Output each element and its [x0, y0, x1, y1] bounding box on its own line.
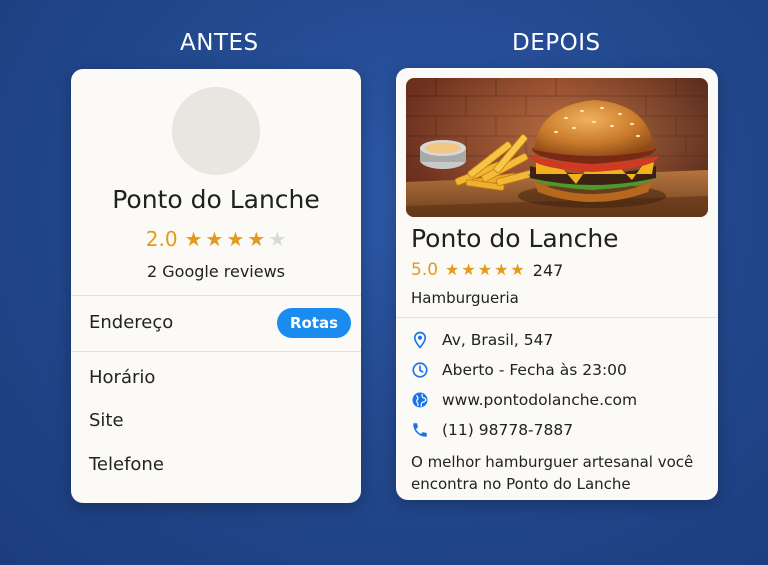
- address-label[interactable]: Endereço: [89, 312, 173, 333]
- divider: [71, 351, 361, 352]
- rating-value: 2.0: [145, 227, 178, 251]
- after-heading: DEPOIS: [512, 30, 601, 56]
- rating-row: 5.0 ★ ★ ★ ★ ★ 247: [411, 260, 563, 280]
- business-category: Hamburgueria: [411, 289, 519, 307]
- star-icon: ★: [510, 260, 525, 279]
- website-link[interactable]: www.pontodolanche.com: [442, 391, 637, 409]
- star-icon: ★: [184, 227, 203, 251]
- business-description: O melhor hamburguer artesanal você encon…: [411, 453, 694, 493]
- hours-text: Aberto - Fecha às 23:00: [442, 361, 627, 379]
- hours-row[interactable]: Aberto - Fecha às 23:00: [411, 361, 627, 379]
- location-pin-icon: [413, 331, 427, 349]
- business-name: Ponto do Lanche: [411, 224, 619, 253]
- star-icon: ★: [445, 260, 460, 279]
- directions-button[interactable]: Rotas: [277, 308, 351, 338]
- before-heading: ANTES: [180, 30, 259, 56]
- before-business-card: Ponto do Lanche 2.0 ★ ★ ★ ★ ★ 2 Google r…: [71, 69, 361, 503]
- hours-label[interactable]: Horário: [89, 367, 155, 388]
- reviews-count-link[interactable]: 2 Google reviews: [71, 262, 361, 281]
- star-icon: ★: [205, 227, 224, 251]
- review-count-link[interactable]: 247: [533, 261, 564, 280]
- phone-number-link[interactable]: (11) 98778-7887: [442, 421, 573, 439]
- star-empty-icon: ★: [268, 227, 287, 251]
- after-business-card: Ponto do Lanche 5.0 ★ ★ ★ ★ ★ 247 Hambur…: [396, 68, 718, 500]
- clock-icon: [412, 362, 428, 378]
- phone-row[interactable]: (11) 98778-7887: [411, 421, 573, 439]
- globe-icon: [412, 392, 428, 408]
- phone-label[interactable]: Telefone: [89, 454, 164, 475]
- star-icon: ★: [494, 260, 509, 279]
- business-name: Ponto do Lanche: [112, 185, 320, 214]
- address-row[interactable]: Av, Brasil, 547: [411, 331, 553, 349]
- address-text: Av, Brasil, 547: [442, 331, 554, 349]
- star-icon: ★: [461, 260, 476, 279]
- phone-icon: [413, 423, 427, 437]
- divider: [71, 295, 361, 296]
- website-label[interactable]: Site: [89, 410, 124, 431]
- avatar-placeholder: [172, 87, 260, 175]
- burger-photo: [406, 78, 708, 217]
- star-icon: ★: [477, 260, 493, 279]
- star-icon: ★: [226, 227, 245, 251]
- website-row[interactable]: www.pontodolanche.com: [411, 391, 637, 409]
- rating-row: 2.0 ★ ★ ★ ★ ★: [71, 227, 361, 251]
- rating-value: 5.0: [411, 260, 439, 280]
- divider: [396, 317, 718, 318]
- star-icon: ★: [247, 227, 266, 251]
